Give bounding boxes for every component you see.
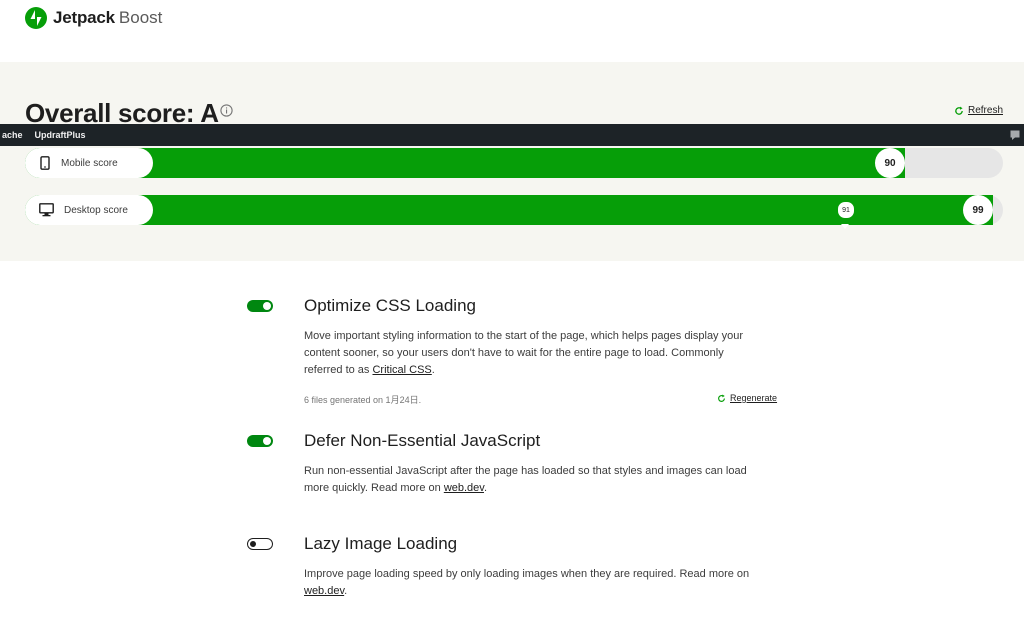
brand-product: Boost <box>118 8 163 27</box>
refresh-label: Refresh <box>967 105 1003 116</box>
module-description: Run non-essential JavaScript after the p… <box>304 463 780 497</box>
desktop-monitor-icon <box>39 203 54 217</box>
description-punct: . <box>483 482 488 494</box>
module-description: Move important styling information to th… <box>304 328 780 379</box>
module-title: Optimize CSS Loading <box>304 296 476 315</box>
desktop-previous-score[interactable]: 91 <box>837 201 855 219</box>
comment-icon[interactable] <box>1010 130 1020 140</box>
description-punct: . <box>344 585 348 597</box>
previous-score-pointer <box>841 224 849 229</box>
mobile-score-value: 90 <box>875 148 905 178</box>
toggle-knob <box>263 437 271 445</box>
mobile-score-pill: Mobile score <box>25 148 153 178</box>
description-line: referred to as <box>304 364 373 376</box>
refresh-icon <box>718 394 725 402</box>
toggle-knob <box>250 540 256 547</box>
regenerate-label: Regenerate <box>730 393 778 403</box>
refresh-icon <box>955 106 963 115</box>
mobile-phone-icon <box>40 156 50 170</box>
description-line: Improve page loading speed by only loadi… <box>304 568 750 580</box>
header: Jetpack Boost <box>0 0 1024 62</box>
brand[interactable]: Jetpack Boost <box>25 7 162 29</box>
web-dev-link[interactable]: web.dev <box>444 482 484 494</box>
critical-css-status: 6 files generated on 1月24日. <box>304 395 422 405</box>
mobile-score-label: Mobile score <box>61 157 118 169</box>
lazy-images-toggle[interactable] <box>247 538 273 550</box>
module-title: Lazy Image Loading <box>304 534 458 553</box>
critical-css-link[interactable]: Critical CSS <box>372 364 431 376</box>
description-punct: . <box>431 364 435 376</box>
description-line: more quickly. Read more on <box>304 482 444 494</box>
description-line: content sooner, so your users don't have… <box>304 347 724 359</box>
admin-bar: ache UpdraftPlus <box>0 124 1024 146</box>
admin-bar-item-cache[interactable]: ache <box>0 130 25 140</box>
optimize-css-toggle[interactable] <box>247 300 273 312</box>
mobile-score-fill <box>25 148 905 178</box>
description-line: Run non-essential JavaScript after the p… <box>304 465 747 477</box>
refresh-button[interactable]: Refresh <box>954 105 1003 116</box>
mobile-score-bar: Mobile score 90 <box>25 148 1003 178</box>
desktop-score-label: Desktop score <box>64 204 128 216</box>
web-dev-link[interactable]: web.dev <box>304 585 344 597</box>
regenerate-button[interactable]: Regenerate <box>717 393 777 403</box>
description-line: Move important styling information to th… <box>304 330 744 342</box>
admin-bar-item-updraftplus[interactable]: UpdraftPlus <box>35 130 86 140</box>
desktop-score-pill: Desktop score <box>25 195 153 225</box>
module-description: Improve page loading speed by only loadi… <box>304 566 780 600</box>
defer-js-toggle[interactable] <box>247 435 273 447</box>
info-icon[interactable] <box>220 104 233 117</box>
desktop-score-value: 99 <box>963 195 993 225</box>
jetpack-logo-icon <box>25 7 47 29</box>
module-title: Defer Non-Essential JavaScript <box>304 431 541 450</box>
toggle-knob <box>263 302 271 310</box>
brand-name: Jetpack <box>53 8 115 27</box>
desktop-score-bar: Desktop score 91 99 <box>25 195 1003 229</box>
